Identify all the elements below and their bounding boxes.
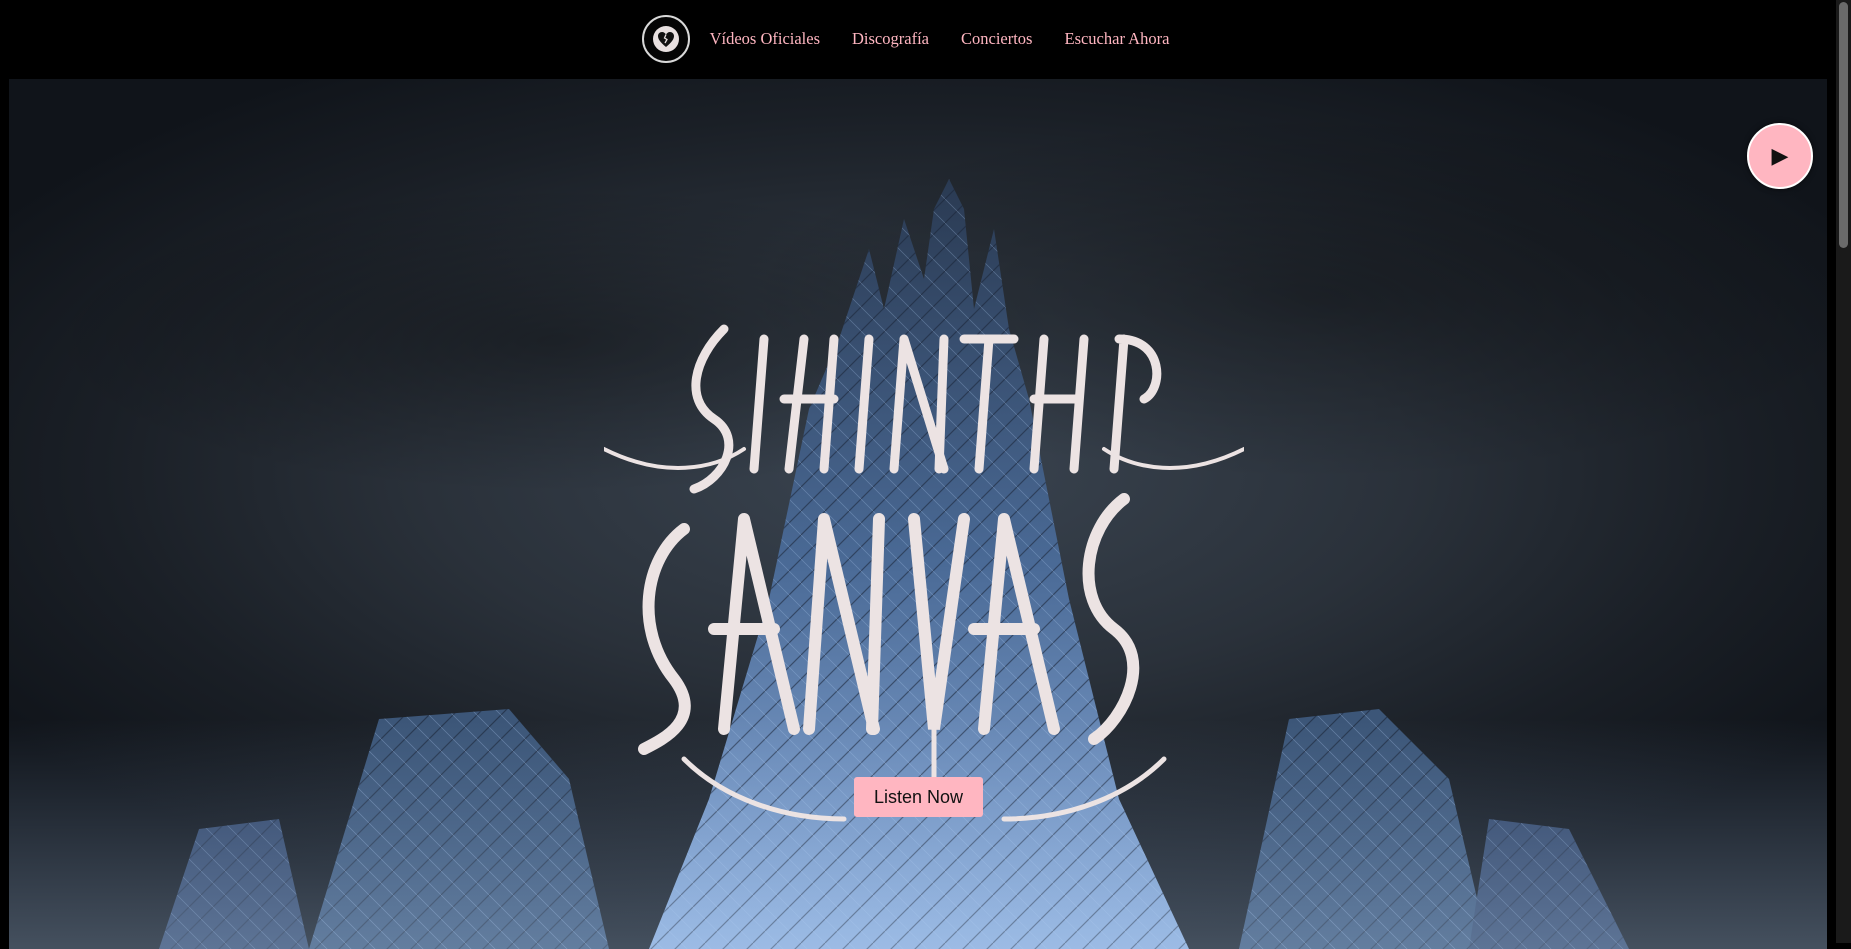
broken-heart-icon — [652, 26, 679, 52]
nav-link-escuchar-ahora[interactable]: Escuchar Ahora — [1064, 29, 1169, 49]
play-icon: ▶ — [1771, 143, 1789, 169]
nav-link-conciertos[interactable]: Conciertos — [961, 29, 1033, 49]
scrollbar-thumb[interactable] — [1839, 2, 1848, 248]
hero-section: Listen Now — [9, 79, 1827, 949]
nav-links: Vídeos Oficiales Discografía Conciertos … — [710, 29, 1170, 49]
floating-play-button[interactable]: ▶ — [1747, 123, 1813, 189]
listen-now-button[interactable]: Listen Now — [854, 777, 983, 817]
top-navigation: Vídeos Oficiales Discografía Conciertos … — [0, 0, 1836, 78]
nav-link-discografia[interactable]: Discografía — [852, 29, 929, 49]
vertical-scrollbar[interactable] — [1836, 0, 1851, 943]
nav-link-videos-oficiales[interactable]: Vídeos Oficiales — [710, 29, 820, 49]
nav-inner: Vídeos Oficiales Discografía Conciertos … — [641, 15, 1170, 63]
site-logo[interactable] — [641, 15, 690, 63]
band-logo-artwork — [604, 324, 1244, 822]
